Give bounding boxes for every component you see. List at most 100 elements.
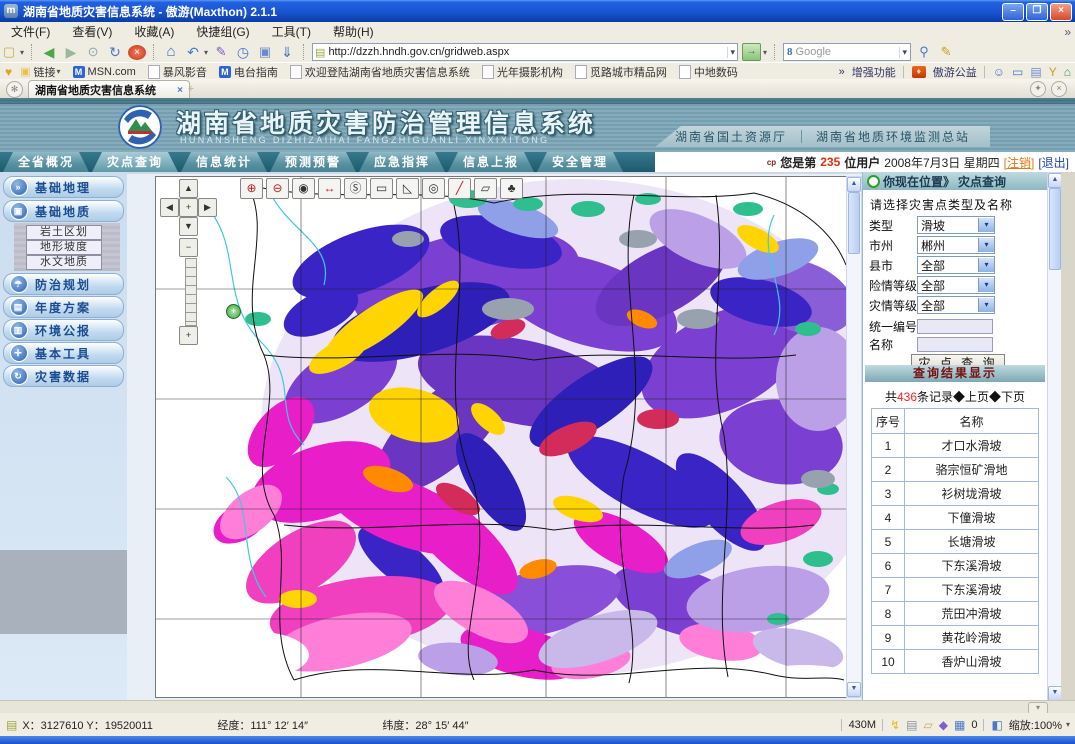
measure-distance-icon[interactable]: ↔ — [318, 178, 341, 199]
identify-icon[interactable]: ◎ — [422, 178, 445, 199]
row-name[interactable]: 骆宗恒矿滑地 — [905, 458, 1039, 482]
zoom-slider-plus-icon[interactable]: + — [179, 326, 198, 345]
image-filter-icon[interactable]: ▦ — [954, 718, 965, 732]
menu-groups[interactable]: 快捷组(G) — [185, 22, 260, 42]
links-dropdown-icon[interactable]: ▾ — [57, 67, 61, 76]
zoom-level[interactable]: 缩放:100% — [1009, 717, 1062, 733]
measure-line-icon[interactable]: ╱ — [448, 178, 471, 199]
county-select[interactable]: 全部 ▾ — [917, 256, 995, 274]
menu-file[interactable]: 文件(F) — [0, 22, 61, 42]
sidebar-sub-terrain-slope[interactable]: 地形坡度 — [26, 240, 102, 255]
city-select[interactable]: 郴州 ▾ — [917, 236, 995, 254]
go-button[interactable]: → — [742, 43, 761, 61]
scrollbar-thumb[interactable] — [848, 192, 860, 254]
stop-icon[interactable]: × — [128, 45, 146, 60]
row-name[interactable]: 荒田冲滑坡 — [905, 602, 1039, 626]
table-row[interactable]: 8荒田冲滑坡 — [872, 602, 1039, 626]
sidebar-item-environment-bulletin[interactable]: ▥ 环境公报 — [3, 319, 124, 341]
close-icon[interactable]: × — [1050, 3, 1072, 21]
printer-icon[interactable]: ▤ — [906, 718, 917, 732]
uid-input[interactable] — [917, 319, 993, 334]
menu-overflow-icon[interactable]: » — [1064, 25, 1071, 39]
danger-level-select[interactable]: 全部 ▾ — [917, 276, 995, 294]
scroll-down-icon[interactable]: ▼ — [1048, 686, 1062, 701]
link-label[interactable]: 中地数码 — [694, 64, 738, 80]
map-marker-icon[interactable]: + — [226, 304, 241, 319]
tab-list-icon[interactable]: ✻ — [6, 81, 23, 98]
table-row[interactable]: 5长塘滑坡 — [872, 530, 1039, 554]
table-row[interactable]: 7下东溪滑坡 — [872, 578, 1039, 602]
nav-tab-security[interactable]: 安全管理 — [537, 152, 623, 172]
pages-icon[interactable]: ▤ — [1030, 65, 1041, 79]
links-folder[interactable]: ▣ 链接 ▾ — [16, 64, 64, 80]
nav-tab-statistics[interactable]: 信息统计 — [181, 152, 267, 172]
zoom-in-icon[interactable]: ⊕ — [240, 178, 263, 199]
link-item[interactable]: M 电台指南 — [215, 64, 282, 80]
search-icon[interactable]: ⚲ — [915, 43, 933, 61]
menu-favorites[interactable]: 收藏(A) — [123, 22, 185, 42]
table-row[interactable]: 10香炉山滑坡 — [872, 650, 1039, 674]
sidebar-item-annual-plan[interactable]: ▤ 年度方案 — [3, 296, 124, 318]
table-row[interactable]: 2骆宗恒矿滑地 — [872, 458, 1039, 482]
map-scrollbar[interactable]: ▲ ▼ — [846, 176, 862, 698]
link-msn[interactable]: M MSN.com — [69, 66, 140, 78]
undo-icon[interactable]: ↶ — [184, 43, 202, 61]
trophy-icon[interactable]: Y — [1049, 65, 1057, 79]
select-rectangle-icon[interactable]: ▭ — [370, 178, 393, 199]
pan-right-icon[interactable]: ▶ — [198, 198, 217, 217]
table-row[interactable]: 4下僮滑坡 — [872, 506, 1039, 530]
tab-label[interactable]: 湖南省地质灾害信息系统 — [35, 82, 156, 98]
zoom-slider-minus-icon[interactable]: − — [179, 238, 198, 257]
link-label[interactable]: 电台指南 — [234, 64, 278, 80]
boost-icon[interactable]: ↯ — [890, 718, 900, 732]
pan-up-icon[interactable]: ▲ — [179, 179, 198, 198]
folder-icon[interactable]: ▱ — [924, 718, 933, 732]
row-name[interactable]: 下东溪滑坡 — [905, 578, 1039, 602]
logout-link[interactable]: [注销] — [1004, 154, 1035, 171]
row-name[interactable]: 黄花岭滑坡 — [905, 626, 1039, 650]
disaster-level-select[interactable]: 全部 ▾ — [917, 296, 995, 314]
favorites-heart-icon[interactable]: ♥ — [5, 65, 12, 79]
link-label[interactable]: MSN.com — [88, 66, 136, 78]
recent-dropdown-icon[interactable]: ⊙ — [84, 43, 102, 61]
scroll-down-icon[interactable]: ▼ — [847, 682, 861, 697]
link-label[interactable]: 链接 — [34, 64, 56, 80]
pan-center-icon[interactable]: + — [179, 198, 198, 217]
link-item[interactable]: 光年摄影机构 — [478, 64, 567, 80]
highlight-icon[interactable]: ✎ — [937, 43, 955, 61]
link-item[interactable]: 觅路城市精品网 — [571, 64, 671, 80]
menu-tools[interactable]: 工具(T) — [261, 22, 322, 42]
legend-tree-icon[interactable]: ♣ — [500, 178, 523, 199]
table-row[interactable]: 6下东溪滑坡 — [872, 554, 1039, 578]
prev-page-link[interactable]: ◆上页 — [953, 390, 989, 404]
chevron-down-icon[interactable]: ▾ — [978, 278, 994, 292]
new-page-dropdown-icon[interactable]: ▾ — [20, 48, 24, 57]
magic-fill-icon[interactable]: ✎ — [212, 43, 230, 61]
download-icon[interactable]: ⇓ — [278, 43, 296, 61]
link-item[interactable]: 中地数码 — [675, 64, 742, 80]
nav-tab-overview[interactable]: 全省概况 — [3, 152, 89, 172]
row-name[interactable]: 下东溪滑坡 — [905, 554, 1039, 578]
chevron-down-icon[interactable]: ▾ — [978, 298, 994, 312]
search-dropdown-icon[interactable]: ▾ — [899, 47, 908, 58]
user-icon[interactable]: ☺ — [993, 65, 1005, 79]
scroll-up-icon[interactable]: ▲ — [1048, 173, 1062, 188]
split-panes-icon[interactable]: ◧ — [991, 718, 1002, 732]
link-item[interactable]: 暴风影音 — [144, 64, 211, 80]
forward-icon[interactable]: ▶ — [62, 43, 80, 61]
nav-tab-disaster-query[interactable]: 灾点查询 — [92, 152, 178, 172]
sidebar-item-basic-tools[interactable]: ✛ 基本工具 — [3, 342, 124, 364]
row-name[interactable]: 衫树垅滑坡 — [905, 482, 1039, 506]
eagle-eye-icon[interactable]: ◉ — [292, 178, 315, 199]
maxthon-charity-button[interactable]: 傲游公益 — [933, 64, 977, 80]
sidebar-item-prevention-plan[interactable]: ☂ 防治规划 — [3, 273, 124, 295]
refresh-icon[interactable]: ↻ — [106, 43, 124, 61]
table-row[interactable]: 3衫树垅滑坡 — [872, 482, 1039, 506]
home-icon[interactable]: ⌂ — [162, 43, 180, 61]
back-icon[interactable]: ◀ — [40, 43, 58, 61]
scroll-up-icon[interactable]: ▲ — [847, 177, 861, 192]
sidebar-item-base-geology[interactable]: ▣ 基础地质 — [3, 200, 124, 222]
scrollbar-thumb[interactable] — [1049, 188, 1061, 270]
menu-view[interactable]: 查看(V) — [61, 22, 123, 42]
zoom-slider[interactable] — [185, 258, 197, 326]
